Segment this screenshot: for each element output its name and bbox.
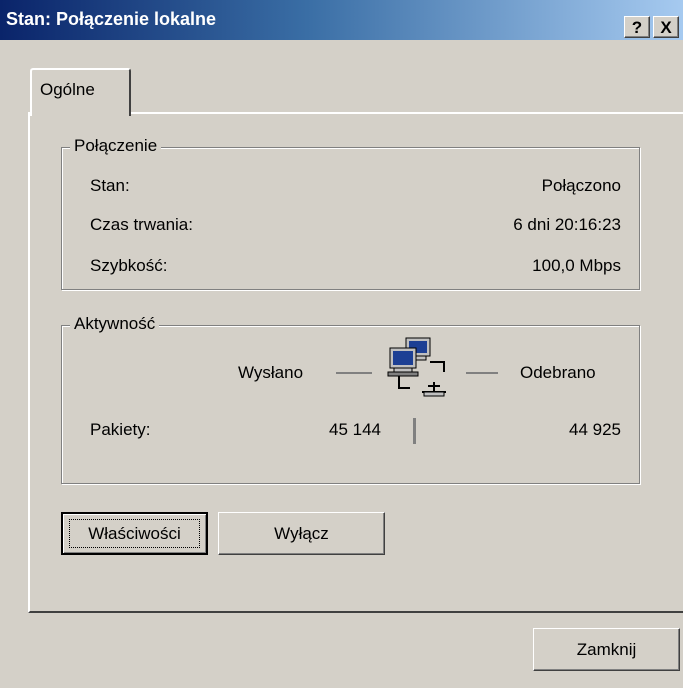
title-bar[interactable]: Stan: Połączenie lokalne ? X: [0, 0, 683, 40]
help-button[interactable]: ?: [624, 16, 650, 38]
speed-value: 100,0 Mbps: [532, 256, 621, 275]
received-line: [466, 372, 498, 374]
disable-button[interactable]: Wyłącz: [218, 512, 385, 555]
speed-label: Szybkość:: [90, 256, 168, 275]
disable-button-label: Wyłącz: [274, 524, 329, 543]
focus-rect: [69, 519, 200, 548]
sent-line: [336, 372, 372, 374]
activity-group: Aktywność: [61, 314, 640, 484]
network-computers-icon: [387, 337, 446, 397]
window-title: Stan: Połączenie lokalne: [6, 9, 217, 29]
properties-button[interactable]: Właściwości: [61, 512, 208, 555]
sent-label: Wysłano: [238, 363, 304, 382]
tab-general-label: Ogólne: [40, 80, 95, 99]
close-dialog-button-label: Zamknij: [576, 640, 637, 659]
close-dialog-button[interactable]: Zamknij: [533, 628, 680, 671]
status-value: Połączono: [541, 176, 621, 195]
activity-divider: [413, 418, 416, 444]
duration-value: 6 dni 20:16:23: [513, 215, 621, 234]
close-button[interactable]: X: [653, 16, 679, 38]
connection-group-title: Połączenie: [70, 136, 162, 156]
packets-label: Pakiety:: [90, 420, 151, 439]
duration-label: Czas trwania:: [90, 215, 193, 234]
tab-general[interactable]: Ogólne: [30, 68, 131, 116]
status-label: Stan:: [90, 176, 130, 195]
received-label: Odebrano: [520, 363, 596, 382]
activity-group-title: Aktywność: [70, 314, 160, 334]
packets-sent-value: 45 144: [329, 420, 381, 439]
packets-received-value: 44 925: [569, 420, 621, 439]
